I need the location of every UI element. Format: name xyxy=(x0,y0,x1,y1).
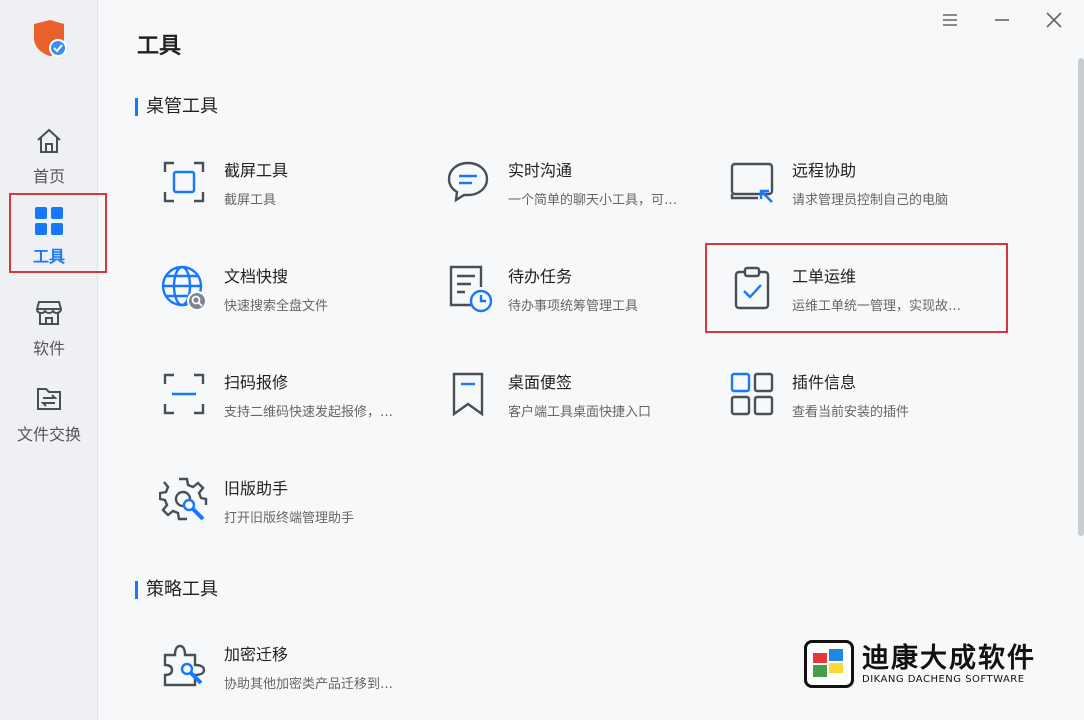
watermark-text-cn: 迪康大成软件 xyxy=(862,642,1036,674)
tool-desc: 客户端工具桌面快捷入口 xyxy=(508,404,652,420)
todo-clock-icon xyxy=(442,262,494,314)
clipboard-check-icon xyxy=(726,262,778,314)
tool-desc: 运维工单统一管理，实现故… xyxy=(792,298,962,314)
sidebar-item-label: 首页 xyxy=(32,167,65,186)
section-title-desktop: 桌管工具 xyxy=(135,98,218,116)
sidebar: 首页 工具 软件 文件交换 xyxy=(0,0,98,720)
app-logo-icon xyxy=(30,18,70,58)
chat-icon xyxy=(442,156,494,208)
tool-name: 桌面便签 xyxy=(508,372,573,392)
tool-name: 实时沟通 xyxy=(508,160,573,180)
tool-name: 待办任务 xyxy=(508,266,573,286)
tool-scan-repair[interactable]: 扫码报修 支持二维码快速发起报修，… xyxy=(158,358,428,430)
tool-desc: 快速搜索全盘文件 xyxy=(224,298,329,314)
tool-work-order[interactable]: 工单运维 运维工单统一管理，实现故… xyxy=(726,252,996,324)
tool-name: 插件信息 xyxy=(792,372,857,392)
plugin-grid-icon xyxy=(726,368,778,420)
tool-encrypt-migrate[interactable]: 加密迁移 协助其他加密类产品迁移到… xyxy=(158,630,428,702)
sidebar-item-label: 文件交换 xyxy=(16,425,81,444)
menu-icon[interactable] xyxy=(938,8,962,32)
tool-doc-search[interactable]: 文档快搜 快速搜索全盘文件 xyxy=(158,252,428,324)
tool-name: 文档快搜 xyxy=(224,266,289,286)
screenshot-icon xyxy=(158,156,210,208)
tool-desc: 打开旧版终端管理助手 xyxy=(224,510,355,526)
tool-desc: 待办事项统筹管理工具 xyxy=(508,298,639,314)
watermark-logo-icon xyxy=(804,640,854,688)
tool-desc: 截屏工具 xyxy=(224,192,277,208)
tool-desc: 协助其他加密类产品迁移到… xyxy=(224,676,394,692)
tool-name: 远程协助 xyxy=(792,160,857,180)
grid-icon xyxy=(33,205,65,237)
tool-chat[interactable]: 实时沟通 一个简单的聊天小工具，可… xyxy=(442,146,712,218)
file-exchange-icon xyxy=(33,383,65,415)
globe-search-icon xyxy=(158,262,210,314)
tool-todo[interactable]: 待办任务 待办事项统筹管理工具 xyxy=(442,252,712,324)
close-icon[interactable] xyxy=(1042,8,1066,32)
minimize-icon[interactable] xyxy=(990,8,1014,32)
tool-screenshot[interactable]: 截屏工具 截屏工具 xyxy=(158,146,428,218)
section-title-policy: 策略工具 xyxy=(135,581,218,599)
tool-name: 截屏工具 xyxy=(224,160,289,180)
sidebar-item-software[interactable]: 软件 xyxy=(0,292,98,364)
scan-icon xyxy=(158,368,210,420)
tool-desc: 一个简单的聊天小工具，可… xyxy=(508,192,678,208)
window-controls xyxy=(938,8,1066,32)
tool-name: 工单运维 xyxy=(792,266,857,286)
tool-desktop-note[interactable]: 桌面便签 客户端工具桌面快捷入口 xyxy=(442,358,712,430)
sidebar-item-home[interactable]: 首页 xyxy=(0,120,98,192)
sidebar-item-tools[interactable]: 工具 xyxy=(0,200,98,272)
tool-plugin-info[interactable]: 插件信息 查看当前安装的插件 xyxy=(726,358,996,430)
watermark: 迪康大成软件 DIKANG DACHENG SOFTWARE xyxy=(804,640,1036,688)
tool-name: 扫码报修 xyxy=(224,372,289,392)
bookmark-icon xyxy=(442,368,494,420)
tool-legacy-assistant[interactable]: 旧版助手 打开旧版终端管理助手 xyxy=(158,464,428,536)
tool-name: 加密迁移 xyxy=(224,644,289,664)
tool-desc: 支持二维码快速发起报修，… xyxy=(224,404,394,420)
puzzle-wrench-icon xyxy=(158,640,210,692)
tool-name: 旧版助手 xyxy=(224,478,289,498)
sidebar-item-label: 工具 xyxy=(32,247,65,266)
gear-wrench-icon xyxy=(158,474,210,526)
remote-assist-icon xyxy=(726,156,778,208)
tool-remote-assist[interactable]: 远程协助 请求管理员控制自己的电脑 xyxy=(726,146,996,218)
scrollbar[interactable] xyxy=(1078,58,1084,536)
store-icon xyxy=(33,297,65,329)
page-title: 工具 xyxy=(137,34,182,59)
tool-desc: 请求管理员控制自己的电脑 xyxy=(792,192,949,208)
sidebar-item-label: 软件 xyxy=(32,339,65,358)
sidebar-item-file-exchange[interactable]: 文件交换 xyxy=(0,378,98,450)
watermark-text-en: DIKANG DACHENG SOFTWARE xyxy=(862,673,1025,685)
home-icon xyxy=(33,125,65,157)
tool-desc: 查看当前安装的插件 xyxy=(792,404,910,420)
